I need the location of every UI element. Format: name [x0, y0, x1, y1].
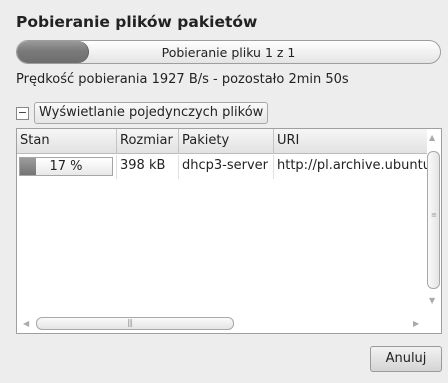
expander-label-button[interactable]: Wyświetlanie pojedynczych plików: [34, 102, 269, 124]
column-header-size[interactable]: Rozmiar: [117, 129, 179, 154]
column-header-uri[interactable]: URI: [274, 129, 427, 154]
files-table: Stan Rozmiar Pakiety URI 17 % 398 kB dhc…: [16, 128, 442, 334]
row-package-cell: dhcp3-server: [179, 155, 274, 179]
scroll-left-arrow-icon[interactable]: ◀: [23, 319, 29, 328]
grip-icon: |||: [127, 318, 133, 327]
row-progress-bar: 17 %: [19, 157, 113, 176]
scroll-right-arrow-icon[interactable]: ▶: [413, 319, 419, 328]
file-details-expander[interactable]: − Wyświetlanie pojedynczych plików: [16, 102, 269, 124]
vertical-scroll-thumb[interactable]: ≡: [427, 151, 440, 289]
scroll-down-arrow-icon[interactable]: ▼: [429, 296, 435, 305]
column-header-package[interactable]: Pakiety: [179, 129, 274, 154]
table-row[interactable]: 17 % 398 kB dhcp3-server http://pl.archi…: [17, 155, 427, 179]
vertical-scrollbar[interactable]: ▲ ≡ ▼: [426, 129, 441, 317]
row-size-cell: 398 kB: [117, 155, 179, 179]
overall-progress-bar: Pobieranie pliku 1 z 1: [16, 40, 441, 64]
grip-icon: ≡: [431, 211, 437, 219]
row-progress-label: 17 %: [49, 159, 83, 174]
cancel-button[interactable]: Anuluj: [370, 346, 442, 372]
dialog-title: Pobieranie plików pakietów: [16, 13, 258, 31]
horizontal-scroll-thumb[interactable]: |||: [36, 317, 234, 330]
column-header-status[interactable]: Stan: [17, 129, 117, 154]
overall-progress-label: Pobieranie pliku 1 z 1: [161, 45, 296, 60]
download-speed-text: Prędkość pobierania 1927 B/s - pozostało…: [16, 72, 349, 87]
horizontal-scrollbar[interactable]: ◀ ||| ▶: [17, 315, 427, 333]
table-header: Stan Rozmiar Pakiety URI: [17, 129, 427, 154]
scroll-up-arrow-icon[interactable]: ▲: [429, 133, 435, 142]
expander-toggle-icon[interactable]: −: [16, 106, 29, 120]
row-uri-cell: http://pl.archive.ubuntu: [277, 158, 427, 173]
row-status-cell: 17 %: [17, 155, 117, 179]
